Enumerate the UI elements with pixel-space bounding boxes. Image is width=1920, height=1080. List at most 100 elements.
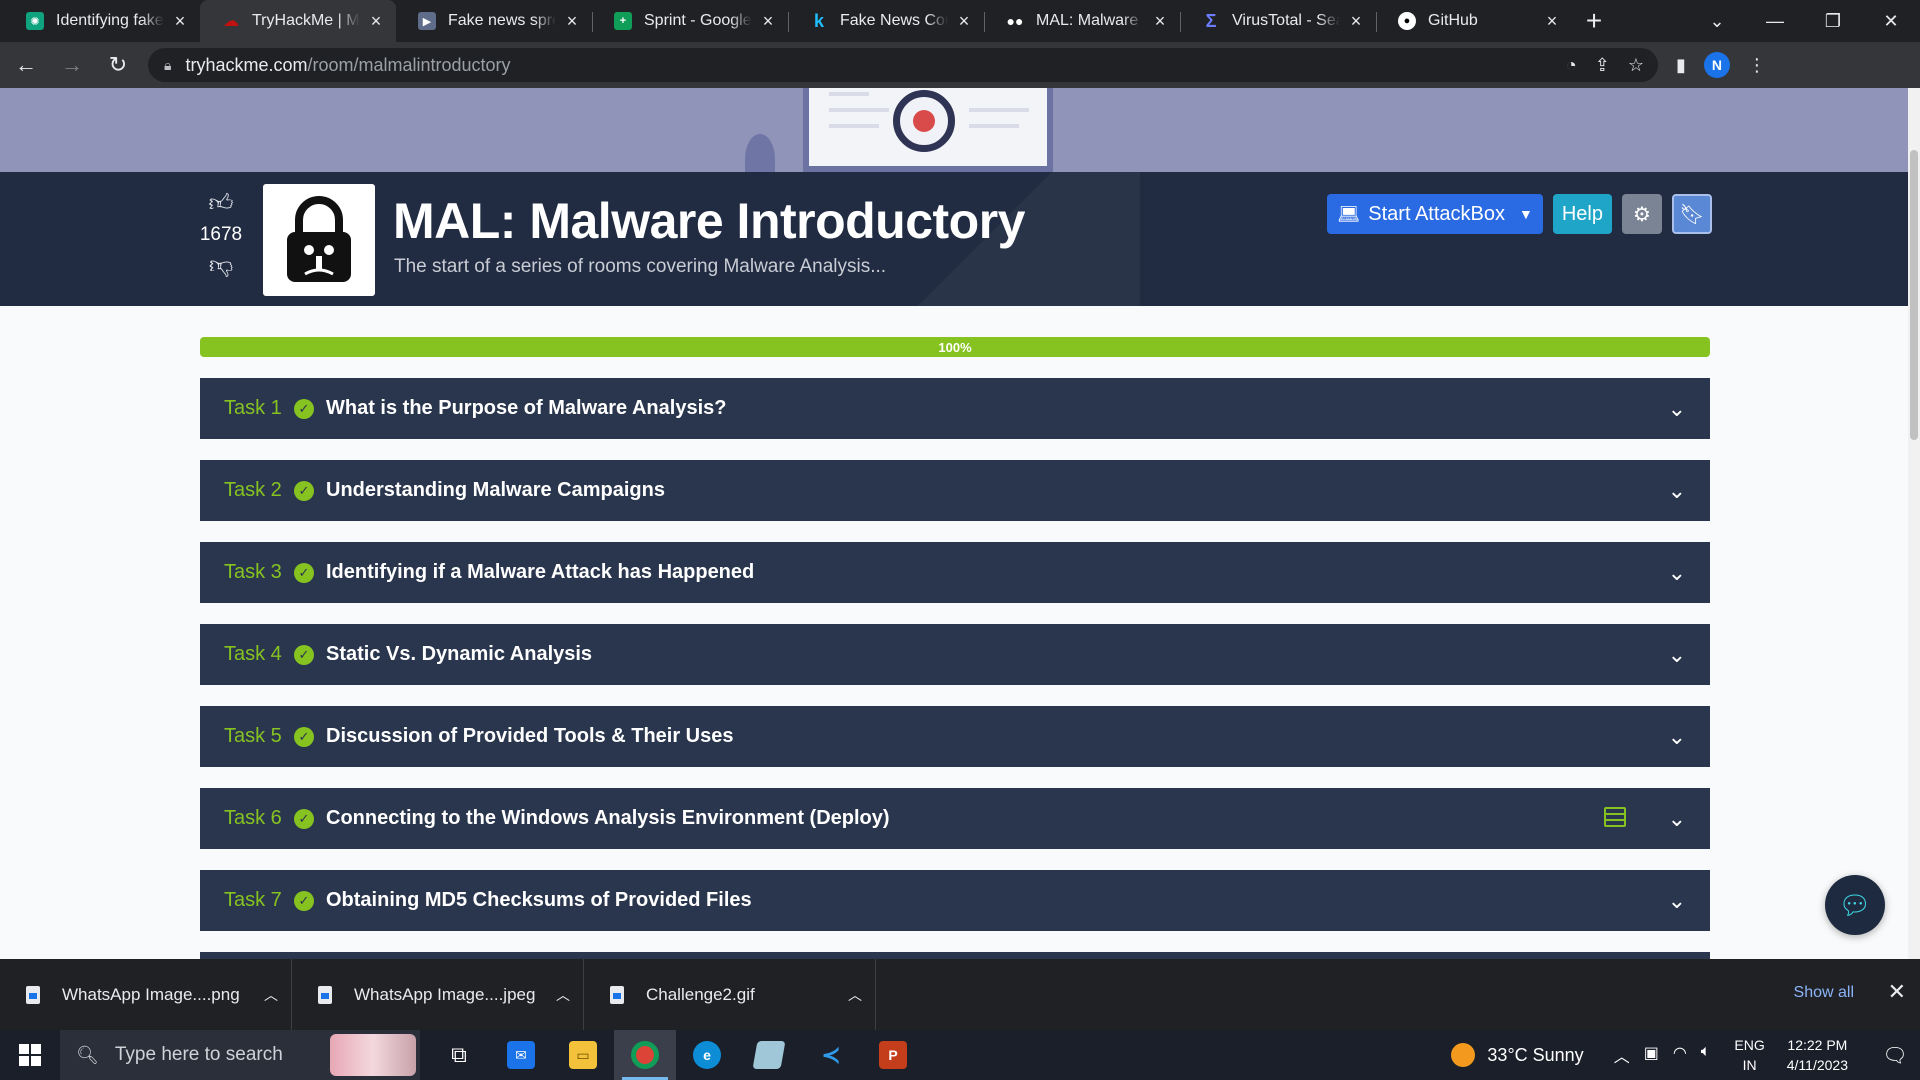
download-item[interactable]: WhatsApp Image....jpeg ︿ (292, 959, 584, 1030)
weather-text[interactable]: 33°C Sunny (1487, 1045, 1583, 1066)
help-button[interactable]: Help (1552, 194, 1612, 234)
chevron-down-icon[interactable]: ⌄ (1668, 724, 1686, 750)
close-tab-icon[interactable]: × (1346, 11, 1366, 31)
gear-icon[interactable]: ⚙ (1622, 194, 1662, 234)
task-3[interactable]: Task 3 ✓ Identifying if a Malware Attack… (200, 542, 1710, 603)
chevron-down-icon[interactable]: ⌄ (1668, 642, 1686, 668)
start-attackbox-button[interactable]: 💻︎ Start AttackBox ▼ (1327, 194, 1543, 234)
menu-icon[interactable]: ⋮ (1748, 55, 1766, 76)
forward-icon[interactable]: → (52, 45, 92, 85)
chevron-down-icon[interactable]: ⌄ (1668, 888, 1686, 914)
windows-start-button[interactable] (0, 1030, 60, 1080)
task-4[interactable]: Task 4 ✓ Static Vs. Dynamic Analysis ⌄ (200, 624, 1710, 685)
wifi-icon[interactable]: ◠ (1673, 1043, 1687, 1067)
search-highlight-illustration (330, 1034, 416, 1076)
close-tab-icon[interactable]: × (954, 11, 974, 31)
tab-title: Identifying fake news (56, 12, 164, 29)
caret-down-icon[interactable]: ▼ (1519, 206, 1533, 222)
lock-icon[interactable]: 🔒︎ (164, 57, 171, 74)
tab-github[interactable]: ● GitHub × (1376, 0, 1572, 42)
language-indicator[interactable]: ENG IN (1734, 1035, 1764, 1075)
chevron-up-icon[interactable]: ︿ (543, 985, 583, 1005)
profile-avatar[interactable]: N (1703, 52, 1730, 78)
address-bar[interactable]: 🔒︎ tryhackme.com/room/malmalintroductory… (148, 48, 1658, 82)
new-tab-button[interactable]: + (1572, 0, 1616, 42)
browser-tab-strip: ✺ Identifying fake news × ☁ TryHackMe | … (0, 0, 1920, 42)
chevron-down-icon[interactable]: ⌄ (1668, 806, 1686, 832)
chevron-down-icon[interactable]: ⌄ (1668, 396, 1686, 422)
medium-icon: ●● (1006, 13, 1024, 29)
tab-search-icon[interactable]: ⌄ (1688, 0, 1746, 42)
tab-fake-news-spreaders[interactable]: ▶ Fake news spreaders × (396, 0, 592, 42)
tab-identifying-fake-news[interactable]: ✺ Identifying fake news × (4, 0, 200, 42)
task-5[interactable]: Task 5 ✓ Discussion of Provided Tools & … (200, 706, 1710, 767)
check-circle-icon: ✓ (294, 726, 314, 747)
mail-app-icon[interactable]: ✉ (490, 1030, 552, 1080)
side-panel-icon[interactable]: ▮ (1676, 55, 1686, 76)
chevron-down-icon[interactable]: ⌄ (1668, 478, 1686, 504)
tab-fake-news-content[interactable]: k Fake News Content × (788, 0, 984, 42)
bookmark-star-icon[interactable]: ☆ (1628, 55, 1644, 76)
powerpoint-app-icon[interactable]: P (862, 1030, 924, 1080)
back-icon[interactable]: ← (6, 45, 46, 85)
task-title: Identifying if a Malware Attack has Happ… (326, 561, 755, 583)
download-item[interactable]: WhatsApp Image....png ︿ (0, 959, 292, 1030)
taskbar-search-box[interactable]: 🔍︎ Type here to search (60, 1030, 420, 1080)
close-tab-icon[interactable]: × (1542, 11, 1562, 31)
sheets-icon: + (614, 12, 632, 30)
restore-icon[interactable]: ❐ (1804, 0, 1862, 42)
start-attackbox-label: Start AttackBox (1368, 202, 1505, 225)
close-tab-icon[interactable]: × (758, 11, 778, 31)
vscode-app-icon[interactable]: ≺ (800, 1030, 862, 1080)
tab-virustotal[interactable]: Σ VirusTotal - Search × (1180, 0, 1376, 42)
clock-date: 4/11/2023 (1786, 1057, 1848, 1073)
volume-icon[interactable]: 🔈︎ (1701, 1043, 1711, 1067)
task-8-partial[interactable] (200, 952, 1710, 959)
bug-icon (913, 110, 935, 132)
tab-tryhackme[interactable]: ☁ TryHackMe | MAL: Malware × (200, 0, 396, 42)
chevron-up-icon[interactable]: ︿ (251, 985, 291, 1005)
close-icon[interactable]: ✕ (1888, 979, 1906, 1005)
url-path: /room/malmalintroductory (307, 54, 511, 75)
github-icon: ● (1398, 12, 1416, 30)
page-scrollbar[interactable] (1908, 88, 1920, 959)
performance-icon[interactable]: ◔ (1566, 55, 1577, 76)
close-tab-icon[interactable]: × (562, 11, 582, 31)
show-hidden-icons-icon[interactable]: ︿ (1614, 1043, 1630, 1067)
minimize-icon[interactable]: — (1746, 0, 1804, 42)
task-view-icon[interactable]: ⧉ (428, 1030, 490, 1080)
task-6[interactable]: Task 6 ✓ Connecting to the Windows Analy… (200, 788, 1710, 849)
notification-center-icon[interactable]: 🗨︎ (1870, 1030, 1920, 1080)
task-7[interactable]: Task 7 ✓ Obtaining MD5 Checksums of Prov… (200, 870, 1710, 931)
chatgpt-icon: ✺ (26, 12, 44, 30)
system-tray: 33°C Sunny ︿ ▣ ◠ 🔈︎ ENG IN 12:22 PM 4/11… (1451, 1030, 1920, 1080)
task-2[interactable]: Task 2 ✓ Understanding Malware Campaigns… (200, 460, 1710, 521)
close-tab-icon[interactable]: × (170, 11, 190, 31)
task-1[interactable]: Task 1 ✓ What is the Purpose of Malware … (200, 378, 1710, 439)
download-item[interactable]: Challenge2.gif ︿ (584, 959, 876, 1030)
thumbs-down-icon[interactable]: 👎︎ (209, 252, 233, 280)
chrome-app-icon[interactable] (614, 1030, 676, 1080)
edge-app-icon[interactable]: e (676, 1030, 738, 1080)
taskbar-clock[interactable]: 12:22 PM 4/11/2023 (1787, 1035, 1848, 1075)
tab-medium-mal[interactable]: ●● MAL: Malware Intro × (984, 0, 1180, 42)
close-tab-icon[interactable]: × (1150, 11, 1170, 31)
file-explorer-icon[interactable]: ▭ (552, 1030, 614, 1080)
reload-icon[interactable]: ↻ (98, 45, 138, 85)
chat-support-icon[interactable]: 💬︎ (1825, 875, 1885, 935)
tab-google-sheets[interactable]: + Sprint - Google Sheets × (592, 0, 788, 42)
chevron-down-icon[interactable]: ⌄ (1668, 560, 1686, 586)
chevron-up-icon[interactable]: ︿ (835, 985, 875, 1005)
laptop-icon: 💻︎ (1337, 203, 1361, 224)
close-window-icon[interactable]: ✕ (1862, 0, 1920, 42)
scrollbar-thumb[interactable] (1910, 150, 1918, 440)
notepad-app-icon[interactable] (738, 1030, 800, 1080)
search-placeholder: Type here to search (114, 1044, 283, 1065)
close-tab-icon[interactable]: × (366, 11, 386, 31)
thumbs-up-icon[interactable]: 👍︎ (208, 190, 233, 218)
share-icon[interactable]: ⇪ (1595, 55, 1610, 76)
tab-title: VirusTotal - Search (1232, 12, 1340, 29)
show-all-downloads-button[interactable]: Show all (1780, 978, 1868, 1008)
bookmark-icon[interactable]: 🔖︎ (1672, 194, 1712, 234)
meet-now-icon[interactable]: ▣ (1644, 1043, 1659, 1067)
